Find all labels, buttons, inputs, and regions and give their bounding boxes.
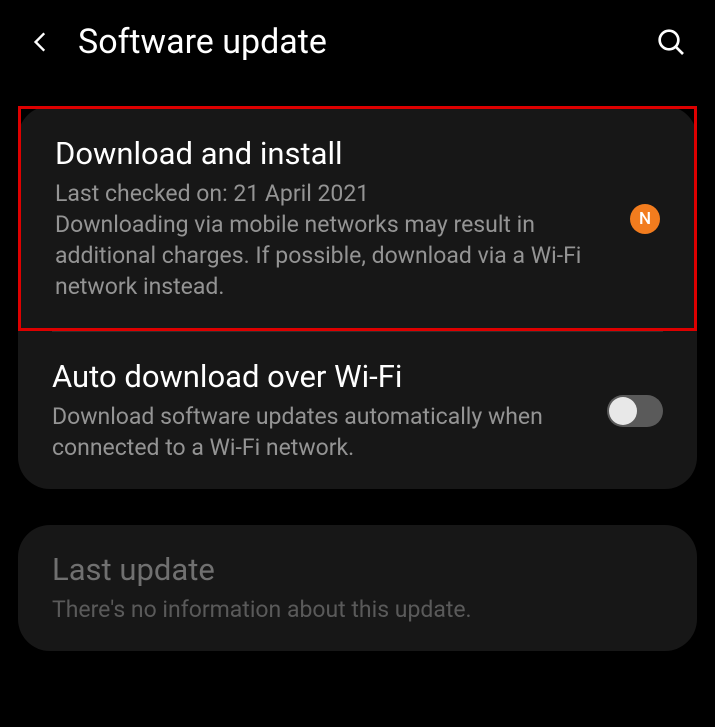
auto-download-title: Auto download over Wi-Fi	[52, 358, 587, 395]
back-icon[interactable]	[28, 29, 54, 55]
download-install-text: Download and install Last checked on: 21…	[55, 135, 610, 302]
settings-card-last: Last update There's no information about…	[18, 525, 697, 651]
content: Download and install Last checked on: 21…	[0, 84, 715, 651]
settings-card-main: Download and install Last checked on: 21…	[18, 106, 697, 489]
auto-download-item[interactable]: Auto download over Wi-Fi Download softwa…	[18, 332, 697, 489]
new-badge: N	[630, 204, 660, 234]
toggle-knob	[609, 397, 637, 425]
search-icon[interactable]	[655, 26, 687, 58]
download-install-desc: Last checked on: 21 April 2021 Downloadi…	[55, 178, 610, 302]
last-update-title: Last update	[52, 551, 663, 588]
download-install-title: Download and install	[55, 135, 610, 172]
page-title: Software update	[78, 22, 631, 62]
last-update-item[interactable]: Last update There's no information about…	[18, 525, 697, 651]
auto-download-toggle[interactable]	[607, 395, 663, 427]
auto-download-desc: Download software updates automatically …	[52, 401, 587, 463]
auto-download-text: Auto download over Wi-Fi Download softwa…	[52, 358, 587, 463]
download-install-item[interactable]: Download and install Last checked on: 21…	[18, 106, 697, 331]
header: Software update	[0, 0, 715, 84]
last-update-desc: There's no information about this update…	[52, 594, 663, 625]
last-update-text: Last update There's no information about…	[52, 551, 663, 625]
